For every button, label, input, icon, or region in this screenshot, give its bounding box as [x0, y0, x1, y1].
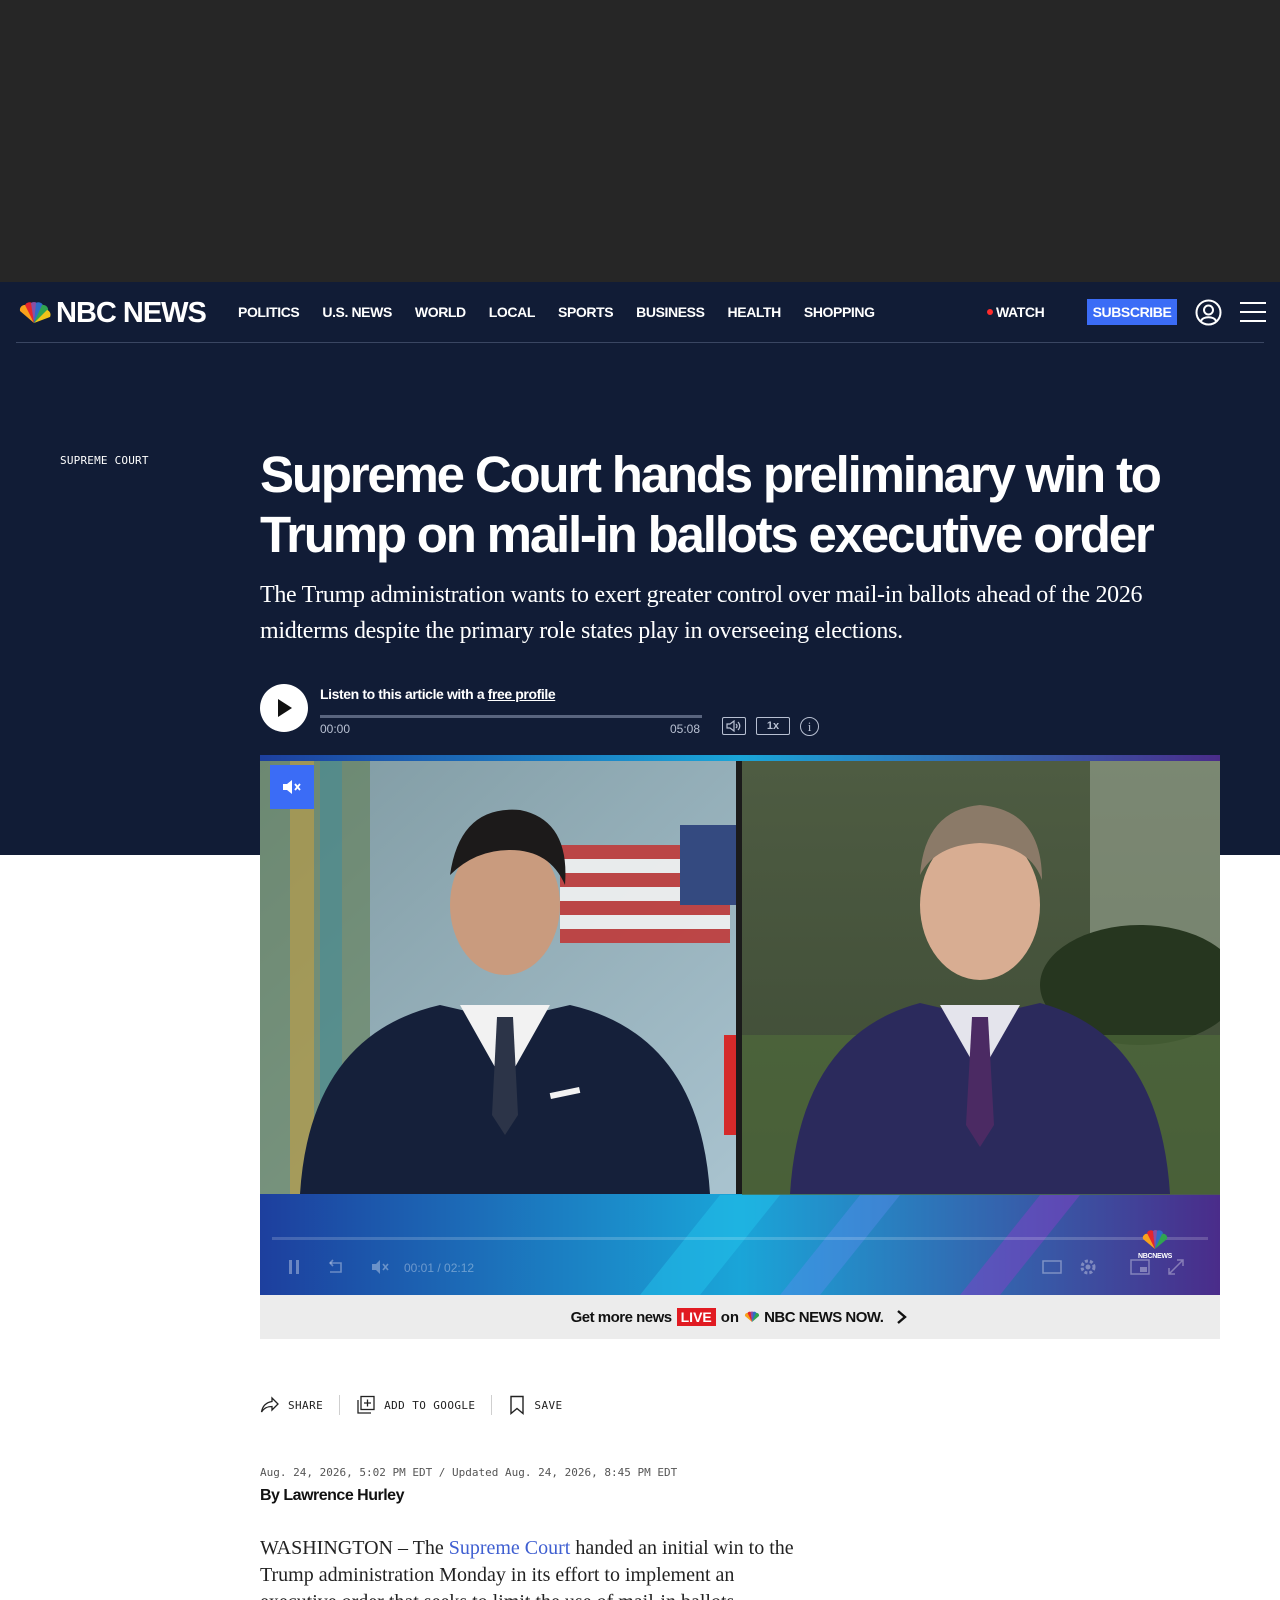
article-byline: By Lawrence Hurley [260, 1487, 404, 1505]
nav-link-sports[interactable]: SPORTS [558, 304, 614, 320]
nav-link-shopping[interactable]: SHOPPING [804, 304, 875, 320]
supreme-court-link[interactable]: Supreme Court [449, 1537, 571, 1559]
audio-info-icon[interactable]: i [800, 717, 819, 736]
nbc-news-logo[interactable]: NBC NEWS [16, 296, 207, 330]
muted-volume-icon[interactable] [370, 1257, 390, 1277]
nbc-news-watermark-icon: NBCNEWS [1138, 1230, 1173, 1260]
audio-duration: 05:08 [670, 722, 701, 736]
article-dek: The Trump administration wants to exert … [260, 582, 1143, 644]
free-profile-link[interactable]: free profile [488, 686, 556, 702]
tool-divider [491, 1395, 493, 1415]
captions-icon[interactable] [1042, 1257, 1062, 1277]
top-nav: NBC NEWS POLITICS U.S. NEWS WORLD LOCAL … [0, 282, 1280, 343]
article-headline: Supreme Court hands preliminary win to T… [260, 446, 1162, 563]
listen-prompt: Listen to this article with a free profi… [320, 686, 556, 702]
watermark-text: NBCNEWS [1138, 1253, 1173, 1260]
audio-current-time: 00:00 [320, 722, 351, 736]
nav-link-us-news[interactable]: U.S. NEWS [322, 304, 392, 320]
live-badge: LIVE [676, 1308, 716, 1326]
tool-divider [339, 1395, 341, 1415]
chevron-right-icon [897, 1310, 908, 1324]
nav-link-health[interactable]: HEALTH [728, 304, 782, 320]
share-label: SHARE [288, 1398, 324, 1412]
save-button[interactable]: SAVE [508, 1395, 562, 1415]
nav-link-politics[interactable]: POLITICS [238, 304, 300, 320]
hamburger-menu-icon[interactable] [1240, 300, 1266, 324]
live-promo-bar[interactable]: Get more news LIVE on NBC NEWS NOW. [260, 1295, 1220, 1339]
ad-slot [0, 0, 1280, 282]
body-text-start: WASHINGTON – The [260, 1537, 449, 1559]
account-icon[interactable] [1195, 299, 1222, 326]
section-label[interactable]: SUPREME COURT [60, 454, 149, 467]
share-icon [260, 1396, 279, 1413]
play-icon [278, 699, 292, 717]
nav-link-world[interactable]: WORLD [415, 304, 466, 320]
article-timestamp: Aug. 24, 2026, 5:02 PM EDT / Updated Aug… [260, 1466, 678, 1479]
video-player[interactable]: 00:01 / 02:12 NBCNEWS [260, 755, 1220, 1295]
listen-prefix: Listen to this article with a [320, 686, 488, 702]
settings-gear-icon[interactable] [1078, 1257, 1098, 1277]
nav-link-local[interactable]: LOCAL [489, 304, 536, 320]
pause-icon[interactable] [284, 1257, 304, 1277]
watch-link[interactable]: WATCH [987, 304, 1045, 320]
audio-progress-track[interactable] [320, 715, 702, 718]
watch-label: WATCH [996, 304, 1045, 320]
peacock-small-icon [745, 1311, 760, 1322]
nav-link-business[interactable]: BUSINESS [636, 304, 705, 320]
nbc-news-now-brand: NBC NEWS NOW. [764, 1308, 884, 1326]
add-to-google-button[interactable]: ADD TO GOOGLE [356, 1395, 475, 1415]
bookmark-icon [510, 1395, 525, 1415]
nav-links: POLITICS U.S. NEWS WORLD LOCAL SPORTS BU… [238, 282, 898, 342]
add-to-google-label: ADD TO GOOGLE [384, 1398, 476, 1412]
muted-speaker-icon [283, 780, 301, 794]
article-body-paragraph: WASHINGTON – The Supreme Court handed an… [260, 1535, 800, 1600]
live-dot-icon [987, 309, 993, 315]
byline-prefix: By [260, 1487, 284, 1504]
rewind-10-icon[interactable] [326, 1257, 346, 1277]
video-controls: 00:01 / 02:12 [260, 1195, 1220, 1295]
author-link[interactable]: Lawrence Hurley [283, 1487, 404, 1504]
audio-volume-button[interactable] [722, 717, 746, 735]
save-label: SAVE [534, 1398, 563, 1412]
video-time: 00:01 / 02:12 [404, 1261, 475, 1275]
volume-icon [726, 720, 741, 732]
peacock-icon [19, 302, 51, 323]
add-to-google-icon [357, 1395, 375, 1414]
audio-speed-button[interactable]: 1x [756, 717, 790, 735]
audio-play-button[interactable] [260, 684, 308, 732]
subscribe-button[interactable]: SUBSCRIBE [1087, 299, 1177, 325]
video-mute-button[interactable] [270, 765, 314, 809]
nav-divider [16, 342, 1264, 343]
live-promo-prefix: Get more news [570, 1308, 673, 1326]
live-promo-on: on [720, 1308, 740, 1326]
video-progress-bar[interactable] [272, 1237, 1208, 1240]
share-button[interactable]: SHARE [260, 1396, 323, 1414]
article-tools: SHARE ADD TO GOOGLE SAVE [260, 1393, 563, 1417]
brand-wordmark: NBC NEWS [56, 296, 207, 329]
